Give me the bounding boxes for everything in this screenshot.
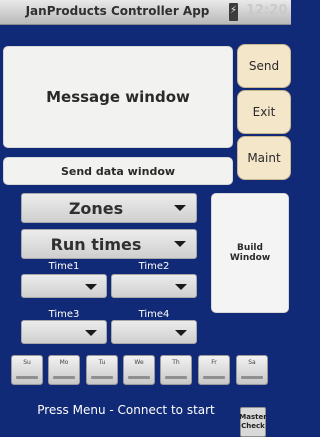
toggle-indicator <box>203 376 225 379</box>
day-toggle-wednesday[interactable]: We <box>123 355 155 385</box>
day-toggle-saturday[interactable]: Sa <box>236 355 268 385</box>
time3-dropdown[interactable] <box>21 320 107 344</box>
toggle-indicator <box>165 376 187 379</box>
master-check-button[interactable]: Master Check <box>239 407 267 437</box>
maint-button[interactable]: Maint <box>237 136 291 180</box>
zones-dropdown[interactable]: Zones <box>21 193 197 223</box>
time4-dropdown[interactable] <box>111 320 197 344</box>
run-times-dropdown[interactable]: Run times <box>21 229 197 259</box>
time3-label: Time3 <box>48 309 80 320</box>
chevron-down-icon <box>85 284 97 290</box>
battery-charging-icon: ⚡ <box>229 3 238 21</box>
toggle-indicator <box>53 376 75 379</box>
chevron-down-icon <box>174 241 186 247</box>
day-label: Su <box>23 359 31 366</box>
day-label: We <box>134 359 144 366</box>
exit-button-label: Exit <box>252 105 276 119</box>
title-bar: JanProducts Controller App ⚡ 12:20 <box>0 0 291 25</box>
master-check-label-line2: Check <box>241 422 265 430</box>
exit-button[interactable]: Exit <box>237 90 291 134</box>
toggle-indicator <box>128 376 150 379</box>
toggle-indicator <box>91 376 113 379</box>
day-toggle-sunday[interactable]: Su <box>11 355 43 385</box>
time1-dropdown[interactable] <box>21 274 107 298</box>
build-window-label: Build Window <box>229 243 271 263</box>
day-toggle-tuesday[interactable]: Tu <box>86 355 118 385</box>
build-window: Build Window <box>211 193 289 313</box>
day-label: Tu <box>98 359 106 366</box>
day-toggle-thursday[interactable]: Th <box>160 355 192 385</box>
message-window: Message window <box>3 46 233 148</box>
time2-dropdown[interactable] <box>111 274 197 298</box>
status-message: Press Menu - Connect to start <box>37 403 215 417</box>
status-clock: 12:20 <box>246 3 288 18</box>
send-button[interactable]: Send <box>237 44 291 88</box>
time1-label: Time1 <box>48 261 80 272</box>
maint-button-label: Maint <box>247 151 281 165</box>
toggle-indicator <box>16 376 38 379</box>
day-label: Mo <box>59 359 69 366</box>
day-label: Th <box>172 359 180 366</box>
send-data-window: Send data window <box>3 157 233 185</box>
master-check-label-line1: Master <box>239 413 267 421</box>
app-title: JanProducts Controller App <box>25 4 210 18</box>
message-window-label: Message window <box>46 88 190 106</box>
day-label: Fr <box>211 359 217 366</box>
zones-dropdown-label: Zones <box>68 199 124 218</box>
run-times-dropdown-label: Run times <box>50 235 142 254</box>
chevron-down-icon <box>175 284 187 290</box>
time4-label: Time4 <box>138 309 170 320</box>
send-data-window-label: Send data window <box>60 164 176 178</box>
day-label: Sa <box>248 359 256 366</box>
day-toggle-monday[interactable]: Mo <box>48 355 80 385</box>
toggle-indicator <box>241 376 263 379</box>
chevron-down-icon <box>85 330 97 336</box>
send-button-label: Send <box>248 59 280 73</box>
day-toggle-friday[interactable]: Fr <box>198 355 230 385</box>
chevron-down-icon <box>175 330 187 336</box>
time2-label: Time2 <box>138 261 170 272</box>
chevron-down-icon <box>174 205 186 211</box>
